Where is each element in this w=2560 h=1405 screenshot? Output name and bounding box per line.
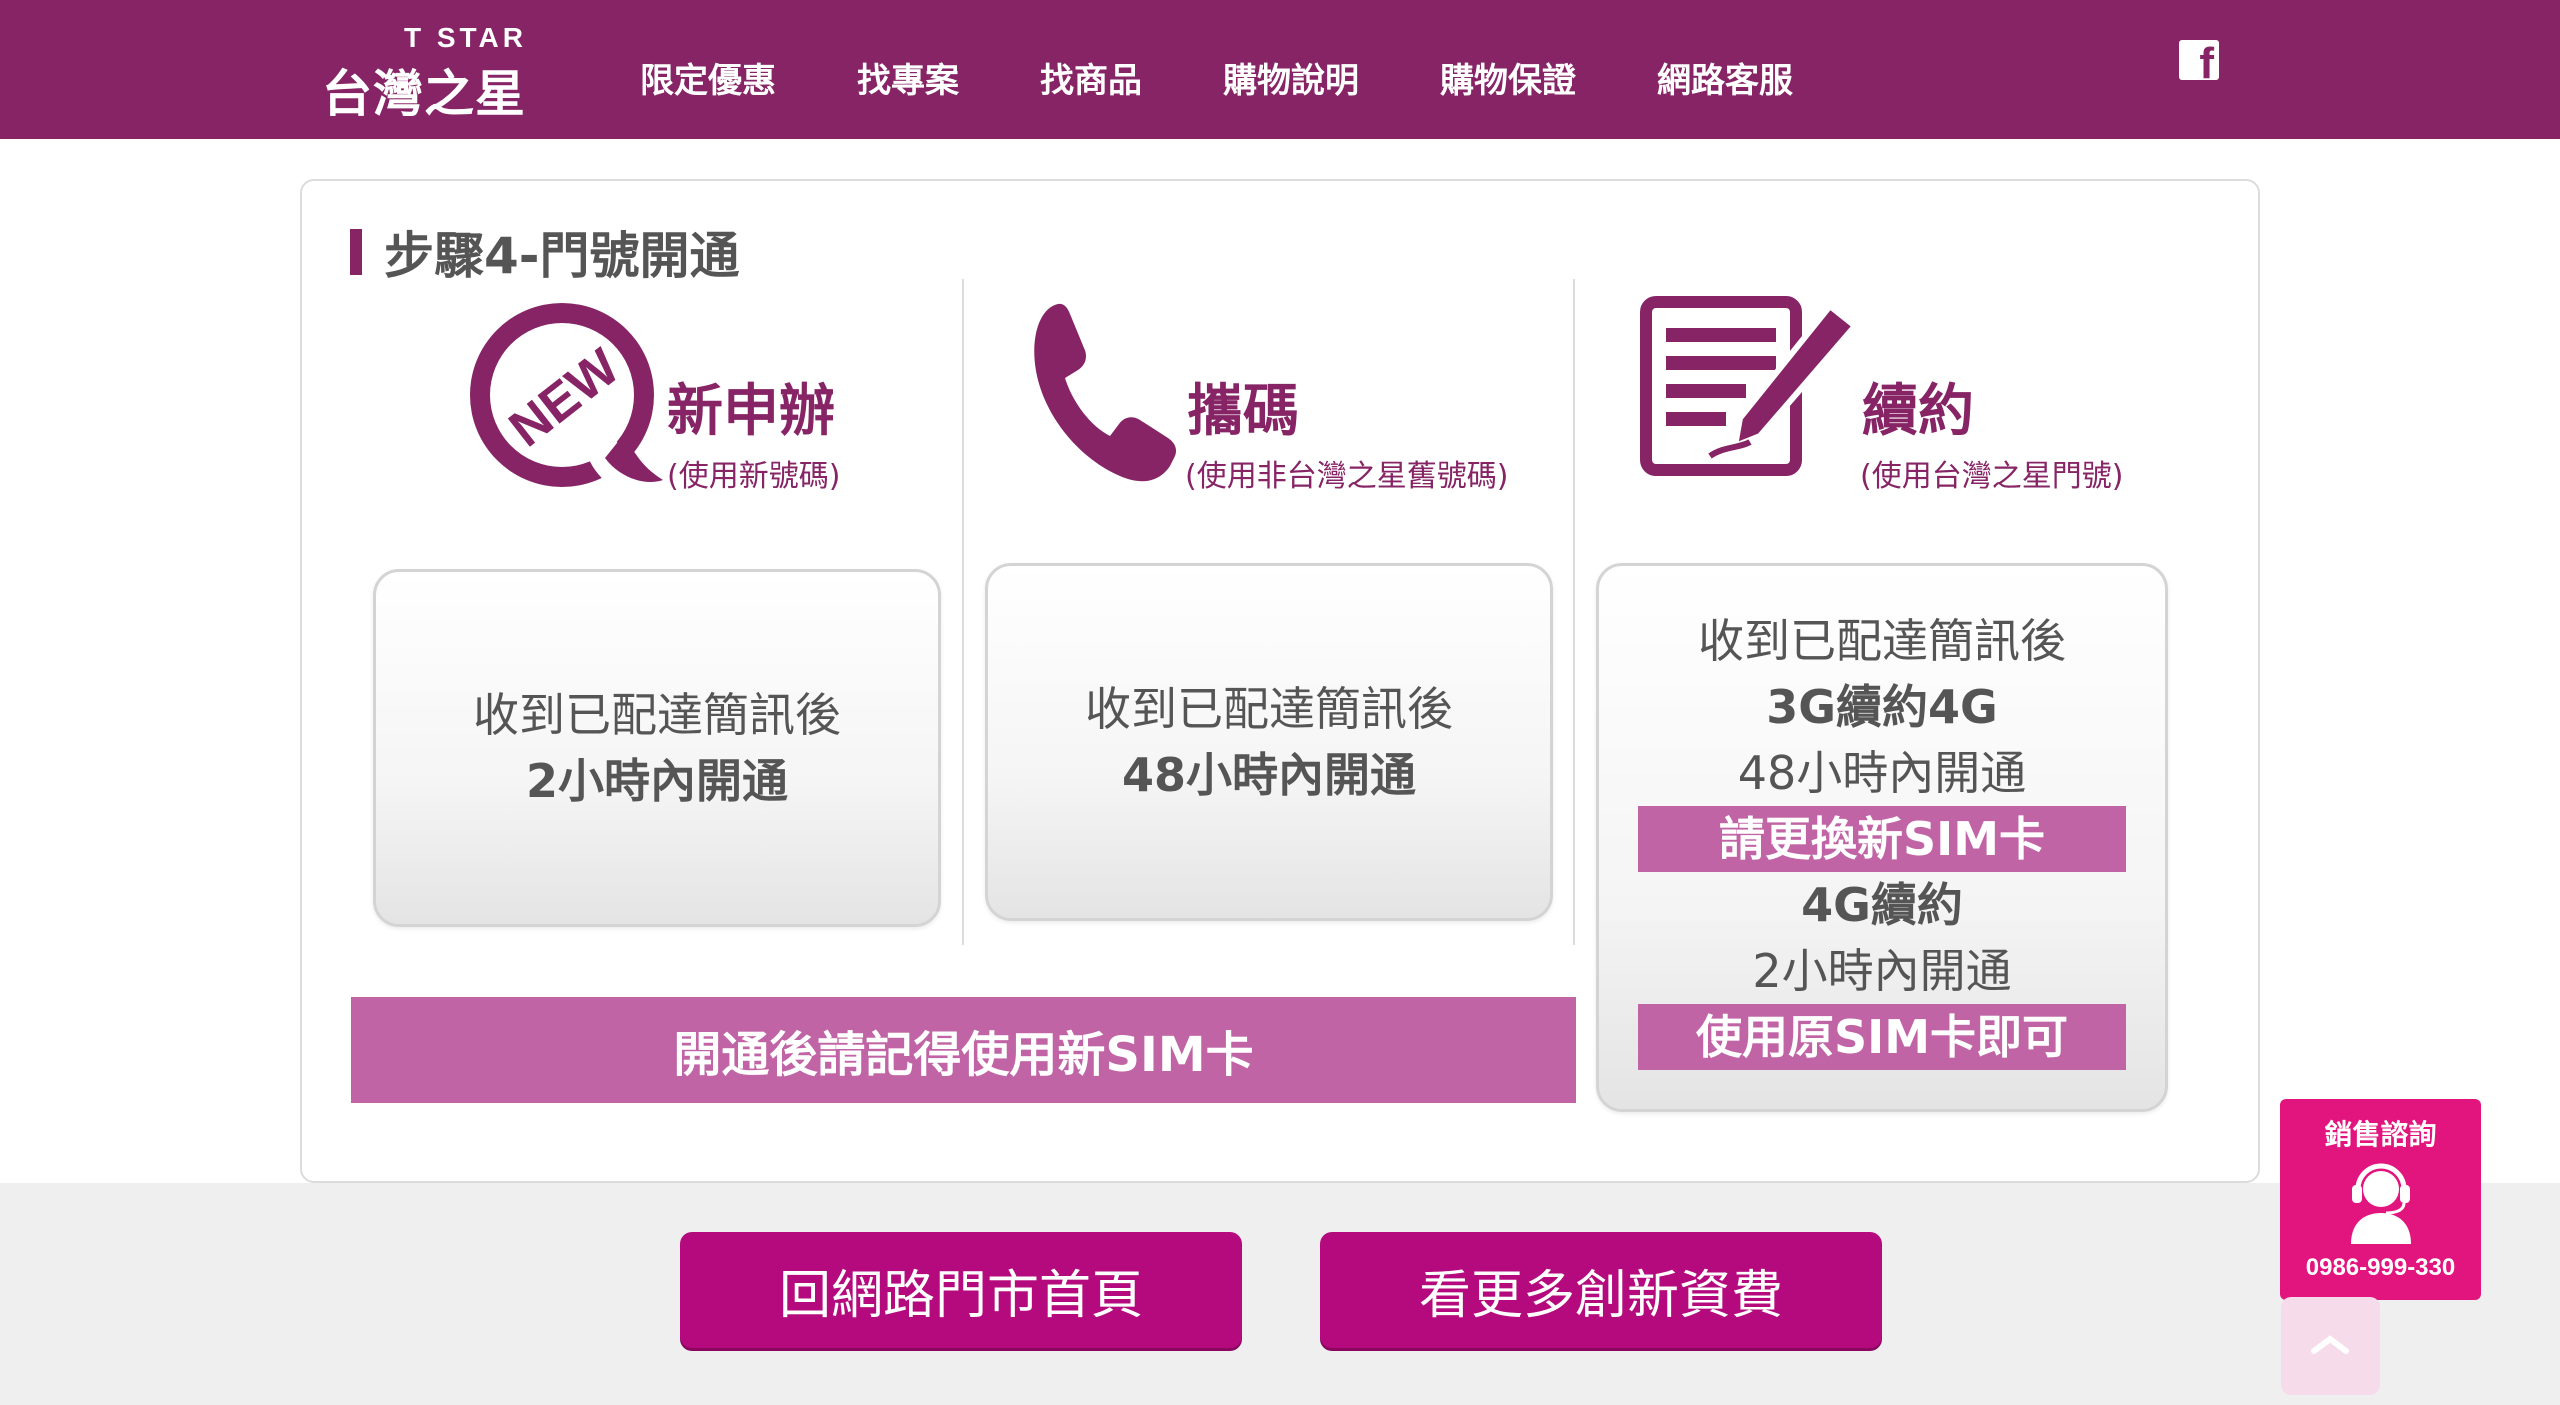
- renewal-card: 收到已配達簡訊後 3G續約4G 48小時內開通 請更換新SIM卡 4G續約 2小…: [1596, 563, 2168, 1112]
- facebook-icon[interactable]: f: [2179, 40, 2219, 80]
- new-badge-icon: NEW: [465, 298, 665, 502]
- new-signup-heading: 新申辦: [667, 379, 835, 444]
- more-plans-button[interactable]: 看更多創新資費: [1320, 1232, 1882, 1348]
- footer-background: [0, 1183, 2560, 1405]
- card-activation-time: 48小時內開通: [1121, 748, 1416, 802]
- logo-main-text: 台灣之星: [322, 65, 526, 123]
- nav-item-shopping-guide[interactable]: 購物說明: [1223, 52, 1359, 110]
- contract-sign-icon: [1640, 296, 1865, 485]
- card-3g-to-4g-label: 3G續約4G: [1766, 680, 1998, 734]
- card-text: 收到已配達簡訊後: [1085, 682, 1453, 736]
- sales-phone-number: 0986-999-330: [2305, 1254, 2456, 1281]
- card-activation-time: 48小時內開通: [1737, 746, 2027, 800]
- port-number-subtitle: (使用非台灣之星舊號碼): [1185, 459, 1509, 494]
- column-divider: [962, 279, 964, 945]
- section-header: 步驟4-門號開通: [350, 222, 740, 285]
- nav-item-limited-offers[interactable]: 限定優惠: [640, 52, 776, 110]
- phone-icon: [1030, 296, 1180, 490]
- column-divider: [1573, 279, 1575, 945]
- new-signup-subtitle: (使用新號碼): [667, 459, 841, 494]
- nav-item-find-products[interactable]: 找商品: [1040, 52, 1142, 110]
- back-to-store-home-button[interactable]: 回網路門市首頁: [680, 1232, 1242, 1348]
- nav-item-online-service[interactable]: 網路客服: [1657, 52, 1793, 110]
- new-signup-card: 收到已配達簡訊後 2小時內開通: [373, 569, 941, 927]
- port-number-heading: 攜碼: [1187, 379, 1299, 444]
- title-accent-bar: [350, 229, 362, 275]
- site-header: T STAR 台灣之星 限定優惠 找專案 找商品 購物說明 購物保證 網路客服 …: [0, 0, 2560, 139]
- card-activation-time: 2小時內開通: [1752, 944, 2012, 998]
- replace-sim-highlight: 請更換新SIM卡: [1638, 806, 2126, 872]
- nav-item-shopping-guarantee[interactable]: 購物保證: [1440, 52, 1576, 110]
- sales-widget-title: 銷售諮詢: [2324, 1118, 2437, 1151]
- main-nav: 限定優惠 找專案 找商品 購物說明 購物保證 網路客服: [640, 52, 1874, 110]
- card-4g-renewal-label: 4G續約: [1801, 878, 1963, 932]
- card-activation-time: 2小時內開通: [525, 754, 788, 808]
- scroll-to-top-button[interactable]: [2281, 1297, 2380, 1395]
- card-text: 收到已配達簡訊後: [473, 688, 841, 742]
- sales-consultation-widget[interactable]: 銷售諮詢 0986-999-330: [2280, 1099, 2481, 1300]
- tstar-logo[interactable]: T STAR 台灣之星: [322, 22, 527, 123]
- renewal-subtitle: (使用台灣之星門號): [1860, 459, 2124, 494]
- page-title: 步驟4-門號開通: [384, 227, 740, 285]
- keep-sim-highlight: 使用原SIM卡即可: [1638, 1004, 2126, 1070]
- headset-agent-icon: [2346, 1159, 2416, 1248]
- new-sim-notice: 開通後請記得使用新SIM卡: [351, 997, 1576, 1103]
- nav-item-find-plans[interactable]: 找專案: [857, 52, 959, 110]
- logo-top-text: T STAR: [403, 22, 527, 53]
- card-text: 收到已配達簡訊後: [1698, 614, 2066, 668]
- chevron-up-icon: [2311, 1335, 2349, 1354]
- port-number-card: 收到已配達簡訊後 48小時內開通: [985, 563, 1553, 921]
- renewal-heading: 續約: [1862, 379, 1974, 444]
